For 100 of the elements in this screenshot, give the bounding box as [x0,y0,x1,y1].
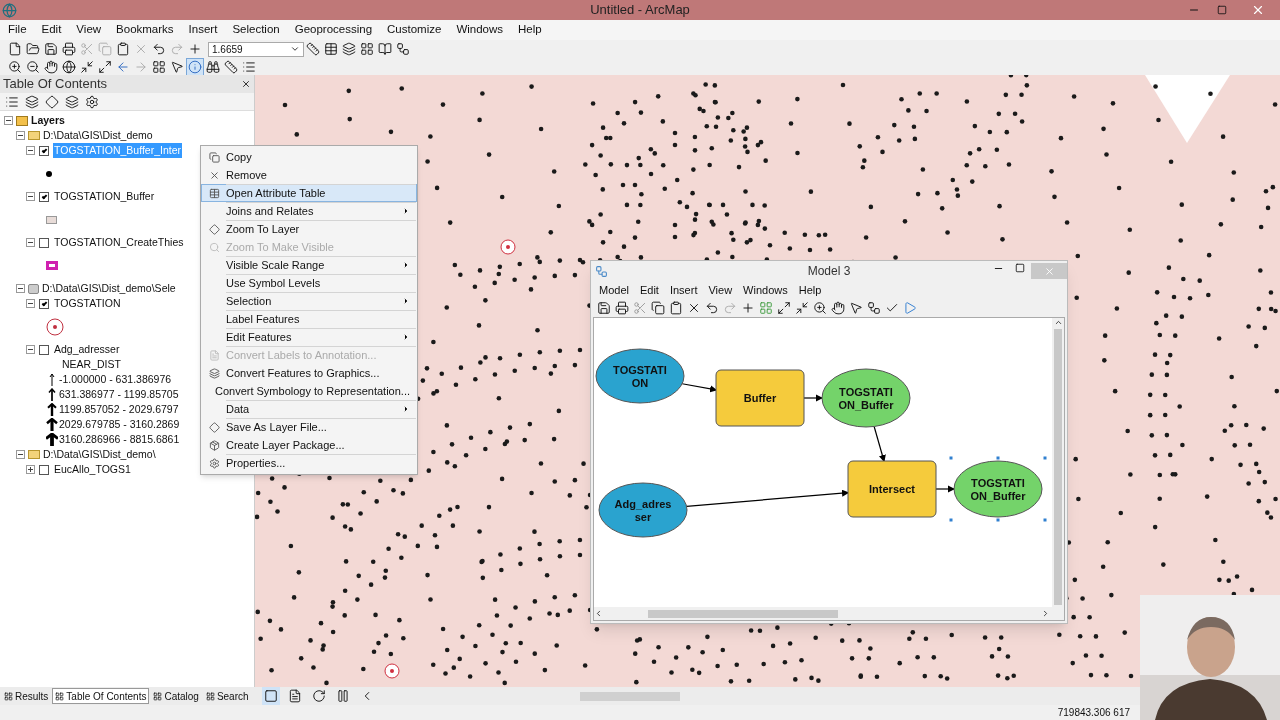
input-data-node[interactable]: Adg_adres ser [598,482,688,538]
undo-icon[interactable] [152,42,166,56]
menu-item[interactable]: Model [599,281,629,299]
fixed-zoom-in-icon[interactable] [80,59,94,74]
scroll-up-icon[interactable] [1053,318,1063,327]
context-menu-item[interactable]: Data [201,400,417,418]
menu-item[interactable]: Windows [456,21,504,39]
menu-item[interactable]: File [8,21,27,39]
layer-name[interactable]: TOGSTATION_CreateThies [53,234,185,251]
add-data-icon[interactable] [741,301,755,315]
save-icon[interactable] [597,301,611,315]
menu-item[interactable]: Insert [188,21,218,39]
layer-checkbox[interactable] [39,344,49,355]
panel-tab[interactable]: Search [202,688,252,704]
horizontal-scrollbar[interactable] [580,691,680,701]
connect-icon[interactable] [867,301,881,315]
menu-item[interactable]: Help [798,281,822,299]
menu-item[interactable]: Geoprocessing [294,21,373,39]
context-menu-item[interactable]: Label Features [201,310,417,328]
layer-checkbox[interactable] [39,298,49,309]
context-menu-item[interactable]: Use Symbol Levels [201,274,417,292]
map-scale-field[interactable]: 1.6659 [208,41,304,57]
layer-checkbox[interactable] [39,237,49,248]
context-menu-item[interactable]: Convert Symbology to Representation... [201,382,417,400]
connector-arrow[interactable] [803,394,824,402]
context-menu-item[interactable]: Joins and Relates [201,202,417,220]
paste-icon[interactable] [669,301,683,315]
context-menu-item[interactable]: Create Layer Package... [201,436,417,454]
layer-checkbox[interactable] [39,191,49,202]
context-menu-item[interactable]: Save As Layer File... [201,418,417,436]
menu-item[interactable]: View [708,281,733,299]
collapse-icon[interactable] [16,131,25,140]
panel-tab[interactable]: Table Of Contents [52,688,150,704]
new-document-icon[interactable] [8,42,22,56]
table-icon[interactable] [324,42,338,56]
panel-tab[interactable]: Results [1,688,52,704]
list-by-drawing-order-icon[interactable] [5,94,19,109]
scroll-left-icon[interactable] [594,609,603,618]
layer-checkbox[interactable] [39,464,49,475]
context-menu-item[interactable]: Convert Features to Graphics... [201,364,417,382]
undo-icon[interactable] [705,301,719,315]
layout-view-icon[interactable] [288,689,302,703]
fixed-zoom-out-icon[interactable] [98,59,112,74]
list-by-visibility-icon[interactable] [45,94,59,109]
select-icon[interactable] [849,301,863,315]
select-elements-icon[interactable] [170,59,184,74]
options-icon[interactable] [85,94,99,109]
data-frame-label[interactable]: D:\Data\GIS\Dist_demo\Sele [42,280,176,297]
layer-name[interactable]: TOGSTATION [53,295,122,312]
context-menu-item[interactable]: Visible Scale Range [201,256,417,274]
identify-icon[interactable] [188,59,202,74]
context-menu-item[interactable]: Edit Features [201,328,417,346]
open-folder-icon[interactable] [26,42,40,56]
zoom-fixed-icon[interactable] [795,301,809,315]
measure-icon[interactable] [224,59,238,74]
layer-name[interactable]: Adg_adresser [53,341,121,358]
zoom-in-icon[interactable] [8,59,22,74]
menu-item[interactable]: Customize [387,21,442,39]
data-frame-label[interactable]: D:\Data\GIS\Dist_demo [43,127,153,144]
editor-icon[interactable] [306,42,320,56]
print-icon[interactable] [62,42,76,56]
input-data-node[interactable]: TOGSTATI ON [595,348,685,404]
print-icon[interactable] [615,301,629,315]
save-icon[interactable] [44,42,58,56]
menu-item[interactable]: Edit [639,281,659,299]
expand-icon[interactable] [26,465,35,474]
collapse-icon[interactable] [26,299,35,308]
collapse-icon[interactable] [26,192,35,201]
context-menu-item[interactable]: Remove [201,166,417,184]
tool-node[interactable]: Buffer [715,369,805,427]
full-extent-icon[interactable] [777,301,791,315]
context-menu-item[interactable]: Open Attribute Table [201,184,417,202]
menu-item[interactable]: View [76,21,102,39]
connector-arrow[interactable] [935,485,956,493]
horizontal-scrollbar[interactable] [594,607,1064,620]
context-menu-item[interactable]: Selection [201,292,417,310]
collapse-icon[interactable] [26,345,35,354]
list-by-source-icon[interactable] [25,94,39,109]
menu-item[interactable]: Help [518,21,542,39]
data-view-icon[interactable] [264,689,278,703]
list-by-selection-icon[interactable] [65,94,79,109]
layer-name[interactable]: EucAllo_TOGS1 [53,461,132,478]
menu-item[interactable]: Windows [743,281,788,299]
collapse-icon[interactable] [16,284,25,293]
context-menu-item[interactable]: Properties... [201,454,417,472]
pause-icon[interactable] [336,689,350,703]
zoom-out-icon[interactable] [26,59,40,74]
zoom-in-icon[interactable] [813,301,827,315]
scroll-right-icon[interactable] [1041,609,1050,618]
data-frame-label[interactable]: D:\Data\GIS\Dist_demo\ [43,446,156,463]
pan-icon[interactable] [831,301,845,315]
collapse-icon[interactable] [26,146,35,155]
panel-tab[interactable]: Catalog [150,688,202,704]
full-extent-icon[interactable] [62,59,76,74]
data-frame-label[interactable]: Layers [31,112,65,129]
html-popup-icon[interactable] [242,59,256,74]
paste-icon[interactable] [116,42,130,56]
layer-checkbox[interactable] [39,145,49,156]
output-data-node[interactable]: TOGSTATI ON_Buffer [821,368,911,428]
vertical-scrollbar[interactable] [1052,318,1064,607]
